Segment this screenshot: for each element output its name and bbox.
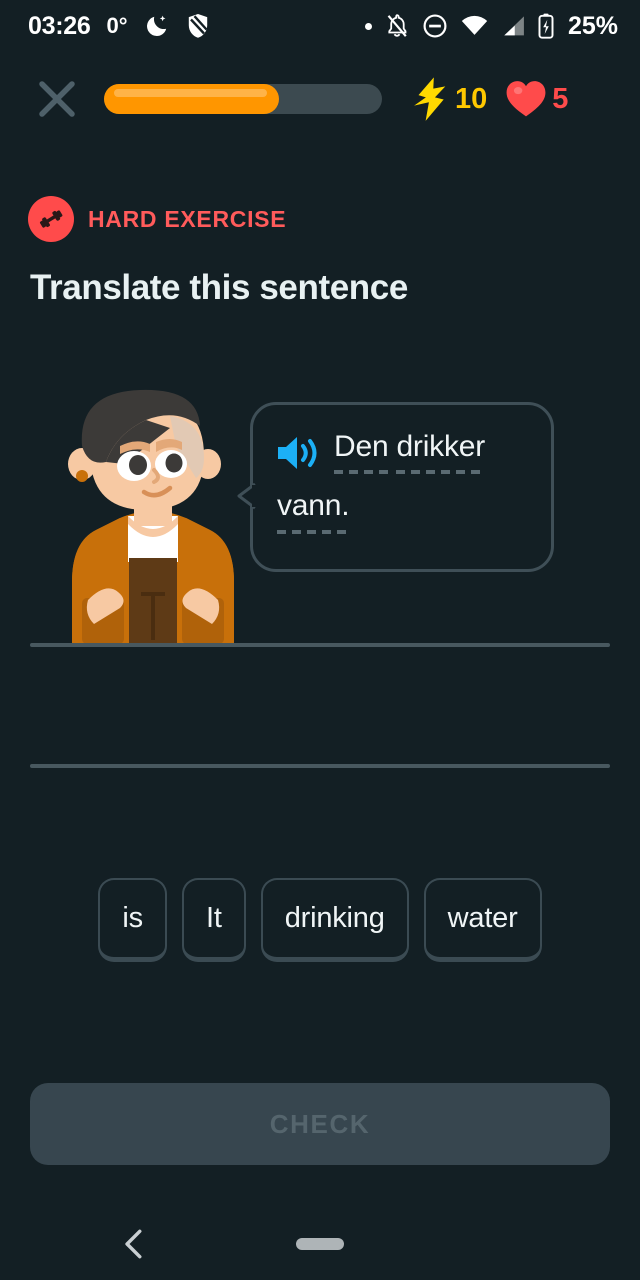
dumbbell-icon (35, 203, 67, 235)
status-bar-right: 25% (365, 12, 618, 41)
bubble-word[interactable]: Den (334, 431, 388, 474)
close-x-icon (36, 78, 78, 120)
hearts-counter[interactable]: 5 (505, 79, 568, 119)
character-and-bubble-area: Den drikker vann. (0, 386, 640, 646)
speaker-audio-icon[interactable] (275, 434, 319, 472)
chevron-back-icon (121, 1229, 147, 1259)
lesson-progress-bar (104, 84, 382, 114)
word-tile-label: drinking (285, 902, 385, 935)
status-bar-left: 03:26 0° (28, 12, 210, 41)
xp-counter[interactable]: 10 (410, 76, 487, 122)
word-tile-label: water (448, 902, 518, 935)
hard-exercise-badge: HARD EXERCISE (28, 196, 286, 242)
speech-bubble: Den drikker vann. (250, 402, 554, 572)
check-button[interactable]: CHECK (30, 1083, 610, 1165)
speech-bubble-tail (236, 483, 256, 517)
word-dashed-underline (277, 530, 349, 534)
notification-dot-icon (365, 23, 372, 30)
battery-percent-label: 25% (568, 12, 618, 41)
bubble-word[interactable]: drikker (396, 431, 485, 474)
answer-drop-line-1[interactable] (30, 643, 610, 647)
duolingo-character-avatar (58, 386, 248, 644)
word-bank: is It drinking water (0, 878, 640, 962)
home-indicator-pill[interactable] (296, 1238, 344, 1250)
word-tile-label: is (122, 902, 143, 935)
check-button-label: CHECK (270, 1109, 370, 1140)
cellular-signal-icon (501, 15, 525, 37)
moon-dnd-icon (144, 13, 170, 39)
nav-back-button[interactable] (112, 1222, 156, 1266)
wifi-icon (461, 15, 488, 37)
word-dashed-underline (334, 470, 388, 474)
status-temperature: 0° (106, 13, 127, 39)
bubble-word-text: vann. (277, 490, 349, 522)
shield-icon (186, 13, 210, 39)
word-dashed-underline (396, 470, 485, 474)
status-bar: 03:26 0° (0, 0, 640, 52)
bell-off-icon (385, 13, 409, 39)
duolingo-exercise-screen: 03:26 0° (0, 0, 640, 1280)
word-tile-is[interactable]: is (98, 878, 167, 962)
lightning-bolt-icon (410, 76, 450, 122)
hearts-value: 5 (552, 83, 568, 116)
do-not-disturb-icon (422, 13, 448, 39)
answer-drop-line-2[interactable] (30, 764, 610, 768)
bubble-word[interactable]: vann. (277, 490, 349, 533)
xp-value: 10 (455, 83, 487, 116)
progress-highlight (114, 89, 267, 97)
bubble-text-line-1: Den drikker (275, 431, 529, 474)
word-tile-water[interactable]: water (424, 878, 542, 962)
word-tile-drinking[interactable]: drinking (261, 878, 409, 962)
bubble-word-text: Den (334, 431, 388, 463)
android-navigation-bar (0, 1208, 640, 1280)
exercise-header-bar: 10 5 (0, 66, 640, 132)
hard-exercise-label: HARD EXERCISE (88, 206, 286, 233)
badge-icon-circle (28, 196, 74, 242)
bubble-word-text: drikker (396, 431, 485, 463)
word-tile-it[interactable]: It (182, 878, 246, 962)
close-button[interactable] (26, 68, 88, 130)
status-clock: 03:26 (28, 12, 90, 41)
word-tile-label: It (206, 902, 222, 935)
lesson-progress-fill (104, 84, 279, 114)
bubble-text-line-2: vann. (275, 490, 529, 533)
heart-icon (505, 79, 547, 119)
page-title: Translate this sentence (30, 268, 408, 308)
battery-charging-icon (538, 13, 554, 39)
